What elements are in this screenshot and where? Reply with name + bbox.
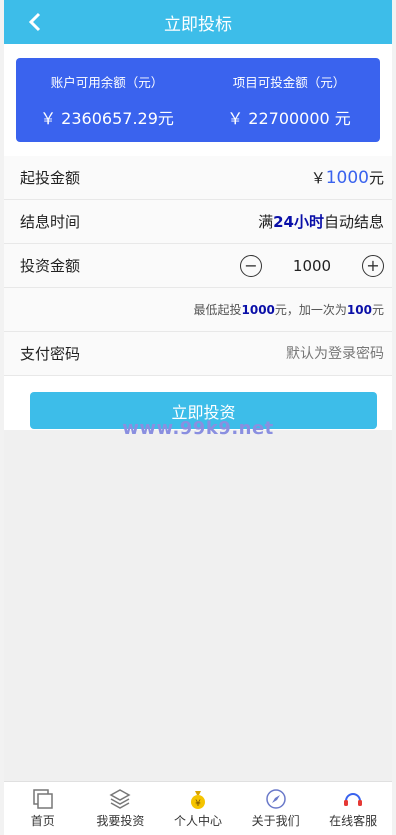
interest-time-label: 结息时间 <box>20 213 81 231</box>
password-row: 支付密码 <box>4 332 392 376</box>
headset-icon <box>342 788 364 810</box>
chevron-left-icon <box>28 12 41 32</box>
min-invest-label: 起投金额 <box>20 169 81 187</box>
header: 立即投标 <box>4 0 392 44</box>
interest-suffix: 自动结息 <box>323 213 384 231</box>
money-bag-icon: ¥ <box>187 788 209 810</box>
currency-symbol: ￥ <box>310 169 326 187</box>
hint-text-3: 元 <box>371 303 384 317</box>
tab-about[interactable]: 关于我们 <box>237 782 315 835</box>
hint-min-amount: 1000 <box>241 302 275 317</box>
decrease-button[interactable]: − <box>240 254 262 277</box>
bottom-tabbar: 首页 我要投资 ¥ 个人中心 关于我们 在线客服 <box>4 781 392 835</box>
tab-about-label: 关于我们 <box>251 814 300 828</box>
hint-step-amount: 100 <box>346 302 372 317</box>
tab-support[interactable]: 在线客服 <box>314 782 392 835</box>
interest-period: 24小时 <box>273 213 324 231</box>
page-title: 立即投标 <box>164 14 232 35</box>
invest-amount-label: 投资金额 <box>20 257 81 275</box>
invest-hint: 最低起投 1000 元，加一次为 100 元 <box>4 288 392 332</box>
tab-profile[interactable]: ¥ 个人中心 <box>159 782 237 835</box>
compass-icon <box>265 788 287 810</box>
hint-text-1: 最低起投 <box>193 303 242 317</box>
min-invest-amount: 1000 <box>325 167 369 188</box>
watermark: www.99k9.net <box>122 418 274 439</box>
min-invest-unit: 元 <box>368 169 384 187</box>
increase-button[interactable]: + <box>362 254 384 277</box>
project-available-value: ￥ 22700000 元 <box>227 108 351 128</box>
password-label: 支付密码 <box>20 345 81 363</box>
interest-prefix: 满 <box>258 213 274 231</box>
available-balance-label: 账户可用余额（元） <box>50 74 164 90</box>
tab-invest[interactable]: 我要投资 <box>82 782 160 835</box>
min-invest-row: 起投金额 ￥ 1000 元 <box>4 156 392 200</box>
back-button[interactable] <box>28 10 50 34</box>
password-field[interactable] <box>184 345 384 362</box>
tab-support-label: 在线客服 <box>329 814 378 828</box>
invest-amount-row: 投资金额 − 1000 + <box>4 244 392 288</box>
balance-card: 账户可用余额（元） ￥ 2360657.29元 项目可投金额（元） ￥ 2270… <box>16 58 380 142</box>
tab-home-label: 首页 <box>30 814 55 828</box>
tab-home[interactable]: 首页 <box>4 782 82 835</box>
svg-text:¥: ¥ <box>195 799 201 809</box>
tab-invest-label: 我要投资 <box>96 814 145 828</box>
interest-time-row: 结息时间 满 24小时 自动结息 <box>4 200 392 244</box>
invest-amount-input[interactable]: 1000 <box>262 257 362 275</box>
main-content: 账户可用余额（元） ￥ 2360657.29元 项目可投金额（元） ￥ 2270… <box>4 44 392 430</box>
quantity-stepper: − 1000 + <box>240 254 384 277</box>
hint-text-2: 元，加一次为 <box>274 303 347 317</box>
home-icon <box>32 788 54 810</box>
tab-profile-label: 个人中心 <box>173 814 222 828</box>
available-balance-value: ￥ 2360657.29元 <box>40 108 174 128</box>
layers-icon <box>109 788 131 810</box>
page: 立即投标 账户可用余额（元） ￥ 2360657.29元 项目可投金额（元） ￥… <box>4 0 392 835</box>
project-available-label: 项目可投金额（元） <box>232 74 346 90</box>
